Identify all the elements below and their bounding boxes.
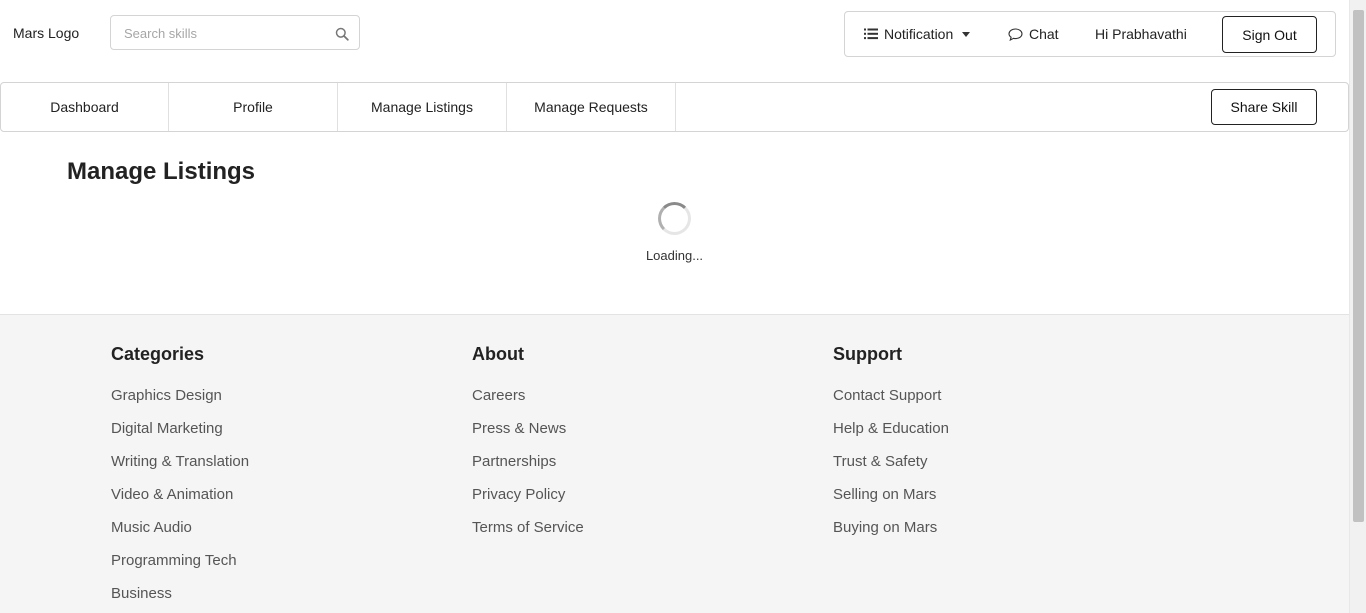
footer-link[interactable]: Trust & Safety (833, 452, 949, 485)
footer-heading: Support (833, 344, 902, 364)
caret-down-icon (962, 31, 971, 37)
footer-link[interactable]: Contact Support (833, 386, 949, 419)
list-icon (864, 28, 878, 40)
user-greeting[interactable]: Hi Prabhavathi (1095, 26, 1187, 42)
footer-link[interactable]: Selling on Mars (833, 485, 949, 518)
chat-link[interactable]: Chat (1008, 26, 1059, 42)
footer-link[interactable]: Partnerships (472, 452, 584, 485)
loading-text: Loading... (645, 248, 704, 263)
chat-bubble-icon (1008, 27, 1023, 41)
top-menu: Notification Chat Hi Prabhavathi Sign Ou… (844, 11, 1336, 57)
sign-out-button[interactable]: Sign Out (1222, 16, 1317, 53)
footer-link[interactable]: Buying on Mars (833, 518, 949, 551)
tab-manage-requests[interactable]: Manage Requests (507, 83, 676, 131)
footer: Categories Graphics Design Digital Marke… (0, 314, 1349, 613)
search-placeholder: Search skills (124, 26, 197, 41)
footer-link[interactable]: Video & Animation (111, 485, 249, 518)
footer-column-categories: Categories Graphics Design Digital Marke… (111, 343, 249, 613)
notification-dropdown[interactable]: Notification (864, 26, 971, 42)
page-title: Manage Listings (67, 158, 256, 185)
footer-column-support: Support Contact Support Help & Education… (833, 343, 949, 551)
footer-column-about: About Careers Press & News Partnerships … (472, 343, 584, 551)
footer-link[interactable]: Press & News (472, 419, 584, 452)
footer-link[interactable]: Digital Marketing (111, 419, 249, 452)
footer-link[interactable]: Music Audio (111, 518, 249, 551)
loading-spinner-icon (658, 202, 691, 235)
footer-link[interactable]: Programming Tech (111, 551, 249, 584)
tab-manage-listings[interactable]: Manage Listings (338, 83, 507, 131)
footer-link[interactable]: Help & Education (833, 419, 949, 452)
footer-link[interactable]: Graphics Design (111, 386, 249, 419)
main-nav: Dashboard Profile Manage Listings Manage… (0, 82, 1349, 132)
notification-label: Notification (884, 26, 954, 42)
search-icon[interactable] (335, 27, 349, 41)
header: Mars Logo Search skills Notification Cha… (0, 0, 1349, 68)
footer-link[interactable]: Privacy Policy (472, 485, 584, 518)
footer-heading: About (472, 344, 524, 364)
footer-link[interactable]: Careers (472, 386, 584, 419)
footer-link[interactable]: Terms of Service (472, 518, 584, 551)
scrollbar-thumb[interactable] (1353, 10, 1364, 522)
page: Mars Logo Search skills Notification Cha… (0, 0, 1366, 613)
vertical-scrollbar[interactable] (1349, 0, 1366, 613)
chat-label: Chat (1029, 26, 1059, 42)
tab-profile[interactable]: Profile (169, 83, 338, 131)
share-skill-button[interactable]: Share Skill (1211, 89, 1317, 125)
footer-heading: Categories (111, 344, 205, 364)
tab-dashboard[interactable]: Dashboard (1, 83, 169, 131)
site-logo[interactable]: Mars Logo (13, 25, 79, 41)
search-input[interactable]: Search skills (110, 15, 360, 50)
footer-link[interactable]: Business (111, 584, 249, 613)
footer-link[interactable]: Writing & Translation (111, 452, 249, 485)
